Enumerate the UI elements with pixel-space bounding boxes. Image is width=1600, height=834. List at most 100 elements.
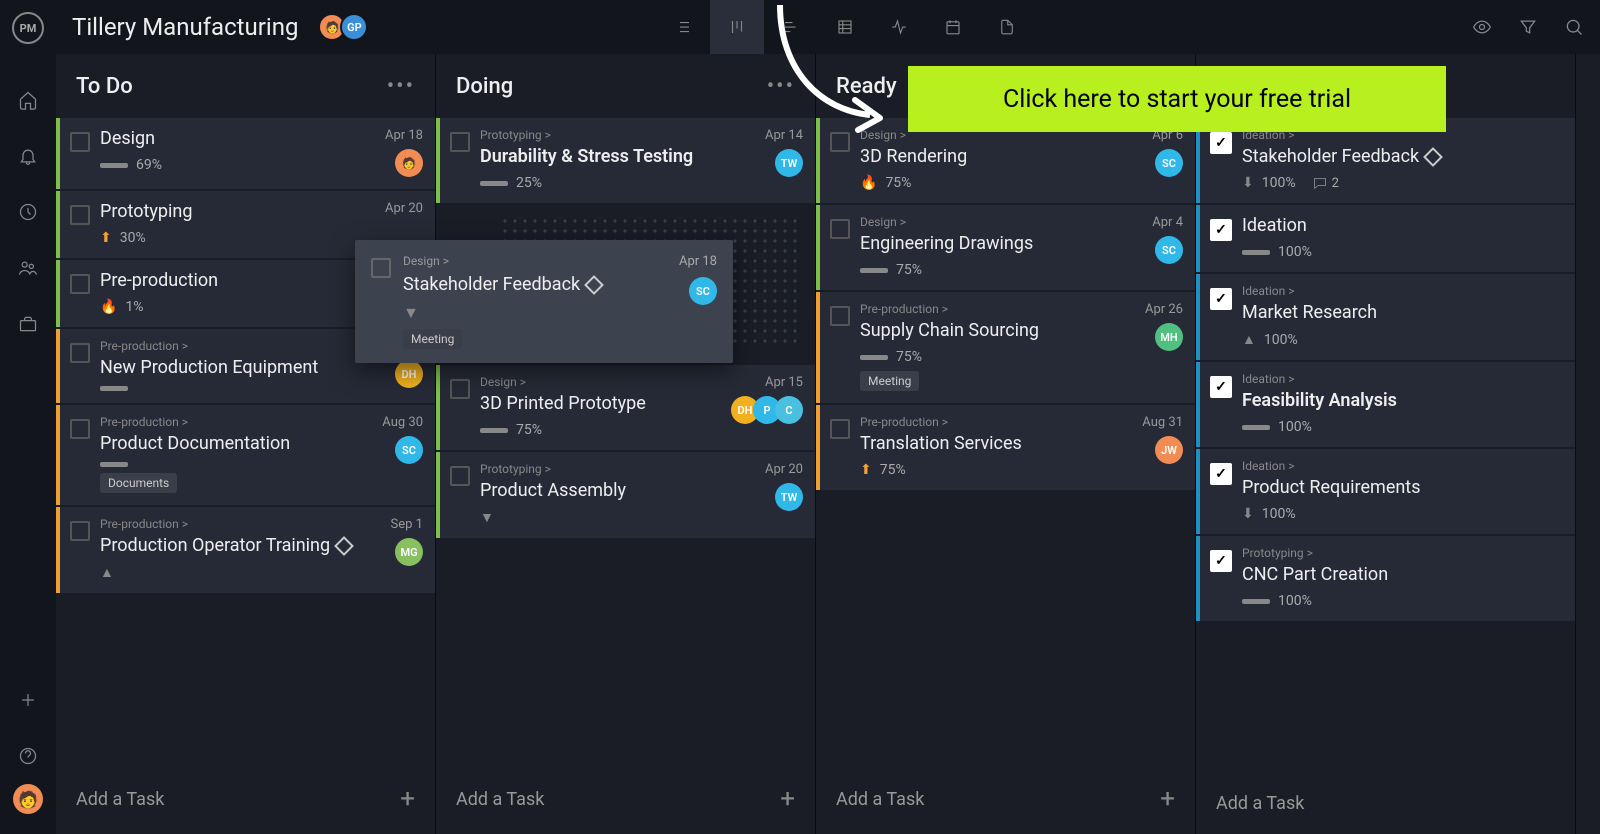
task-card[interactable]: Pre-production >Product DocumentationDoc…: [56, 405, 435, 507]
plus-icon: +: [1160, 784, 1175, 814]
priority-fire-icon: 🔥: [100, 299, 117, 315]
priority-up-icon: ⬆: [860, 462, 872, 478]
arrow-annotation-icon: [770, 0, 920, 140]
task-checkbox[interactable]: [830, 219, 850, 239]
priority-down-icon: ▼: [480, 509, 494, 526]
floating-task-card[interactable]: Design > Stakeholder Feedback ▼ Meeting …: [355, 240, 733, 363]
plus-icon[interactable]: [0, 672, 56, 728]
topbar-actions: [1472, 17, 1584, 37]
milestone-icon: [584, 275, 604, 295]
column-todo: To Do••• Design69%Apr 18🧑 Prototyping⬆30…: [56, 54, 436, 834]
assignee-avatar[interactable]: TW: [775, 149, 803, 177]
task-checkbox[interactable]: [70, 343, 90, 363]
task-card[interactable]: Pre-production >Production Operator Trai…: [56, 507, 435, 595]
task-checkbox[interactable]: [70, 132, 90, 152]
view-board-icon[interactable]: [710, 0, 764, 54]
task-checkbox[interactable]: [450, 132, 470, 152]
assignee-avatar[interactable]: SC: [689, 277, 717, 305]
progress-bar-icon: [100, 386, 128, 391]
milestone-icon: [334, 536, 354, 556]
assignee-avatar[interactable]: SC: [1155, 149, 1183, 177]
progress-bar-icon: [1242, 425, 1270, 430]
briefcase-icon[interactable]: [0, 296, 56, 352]
priority-fire-icon: 🔥: [860, 175, 877, 191]
comments-icon[interactable]: 2: [1312, 175, 1339, 191]
kanban-board: To Do••• Design69%Apr 18🧑 Prototyping⬆30…: [56, 54, 1600, 834]
app-logo[interactable]: PM: [12, 12, 44, 44]
task-checkbox[interactable]: [371, 258, 391, 278]
task-checkbox[interactable]: [450, 466, 470, 486]
task-card[interactable]: Ideation >Feasibility Analysis100%: [1196, 362, 1575, 449]
task-checkbox[interactable]: [1210, 463, 1232, 485]
task-checkbox[interactable]: [830, 419, 850, 439]
cta-banner[interactable]: Click here to start your free trial: [908, 66, 1446, 132]
progress-bar-icon: [1242, 250, 1270, 255]
task-tag: Documents: [100, 473, 177, 493]
task-tag: Meeting: [860, 371, 919, 391]
priority-down-icon: ⬇: [1242, 506, 1254, 522]
task-card[interactable]: Design >3D Printed Prototype75%Apr 15DHP…: [436, 365, 815, 452]
assignee-avatar[interactable]: DH: [395, 360, 423, 388]
people-icon[interactable]: [0, 240, 56, 296]
priority-down-icon: ▼: [403, 303, 679, 323]
assignee-avatar[interactable]: MH: [1155, 323, 1183, 351]
assignee-avatar[interactable]: SC: [395, 436, 423, 464]
column-menu-icon[interactable]: •••: [387, 74, 415, 99]
clock-icon[interactable]: [0, 184, 56, 240]
task-checkbox[interactable]: [450, 379, 470, 399]
filter-icon[interactable]: [1518, 17, 1538, 37]
column-doing: Doing••• Prototyping >Durability & Stres…: [436, 54, 816, 834]
task-card[interactable]: Prototyping >Product Assembly▼Apr 20TW: [436, 452, 815, 540]
task-tag: Meeting: [403, 329, 462, 349]
task-card[interactable]: Pre-production >Translation Services⬆75%…: [816, 405, 1195, 492]
assignee-avatar[interactable]: TW: [775, 483, 803, 511]
progress-bar-icon: [860, 268, 888, 273]
assignee-avatar[interactable]: 🧑: [395, 149, 423, 177]
task-card[interactable]: Prototyping >Durability & Stress Testing…: [436, 118, 815, 205]
add-task-button[interactable]: Add a Task+: [56, 764, 435, 834]
plus-icon: +: [780, 784, 795, 814]
task-card[interactable]: Design69%Apr 18🧑: [56, 118, 435, 191]
help-icon[interactable]: [0, 728, 56, 784]
add-task-button[interactable]: Add a Task: [1196, 773, 1575, 834]
assignee-avatar[interactable]: C: [775, 396, 803, 424]
task-card[interactable]: Ideation >Product Requirements⬇100%: [1196, 449, 1575, 536]
task-card[interactable]: Prototyping >CNC Part Creation100%: [1196, 536, 1575, 623]
assignee-avatar[interactable]: MG: [395, 538, 423, 566]
home-icon[interactable]: [0, 72, 56, 128]
column-title: To Do: [76, 74, 133, 99]
task-checkbox[interactable]: [1210, 550, 1232, 572]
task-card[interactable]: Design >Engineering Drawings75%Apr 4SC: [816, 205, 1195, 292]
column-title: Doing: [456, 74, 513, 99]
assignee-avatar[interactable]: SC: [1155, 236, 1183, 264]
task-checkbox[interactable]: [70, 274, 90, 294]
task-card[interactable]: Ideation >Market Research▲100%: [1196, 274, 1575, 362]
add-task-button[interactable]: Add a Task+: [816, 764, 1195, 834]
progress-bar-icon: [100, 462, 128, 467]
progress-bar-icon: [100, 163, 128, 168]
progress-bar-icon: [1242, 599, 1270, 604]
member-avatars[interactable]: 🧑 GP: [318, 13, 368, 41]
view-calendar-icon[interactable]: [926, 0, 980, 54]
search-icon[interactable]: [1564, 17, 1584, 37]
task-checkbox[interactable]: [70, 521, 90, 541]
task-card[interactable]: Pre-production >Supply Chain Sourcing75%…: [816, 292, 1195, 405]
task-checkbox[interactable]: [70, 205, 90, 225]
view-list-icon[interactable]: [656, 0, 710, 54]
eye-icon[interactable]: [1472, 17, 1492, 37]
user-avatar[interactable]: 🧑: [13, 784, 43, 814]
task-card[interactable]: Ideation100%: [1196, 205, 1575, 274]
add-task-button[interactable]: Add a Task+: [436, 764, 815, 834]
task-checkbox[interactable]: [1210, 219, 1232, 241]
task-checkbox[interactable]: [830, 306, 850, 326]
assignee-avatar[interactable]: JW: [1155, 436, 1183, 464]
view-file-icon[interactable]: [980, 0, 1034, 54]
task-checkbox[interactable]: [1210, 288, 1232, 310]
progress-bar-icon: [480, 181, 508, 186]
priority-down-icon: ⬇: [1242, 175, 1254, 191]
bell-icon[interactable]: [0, 128, 56, 184]
task-checkbox[interactable]: [70, 419, 90, 439]
progress-bar-icon: [860, 355, 888, 360]
task-checkbox[interactable]: [1210, 132, 1232, 154]
task-checkbox[interactable]: [1210, 376, 1232, 398]
